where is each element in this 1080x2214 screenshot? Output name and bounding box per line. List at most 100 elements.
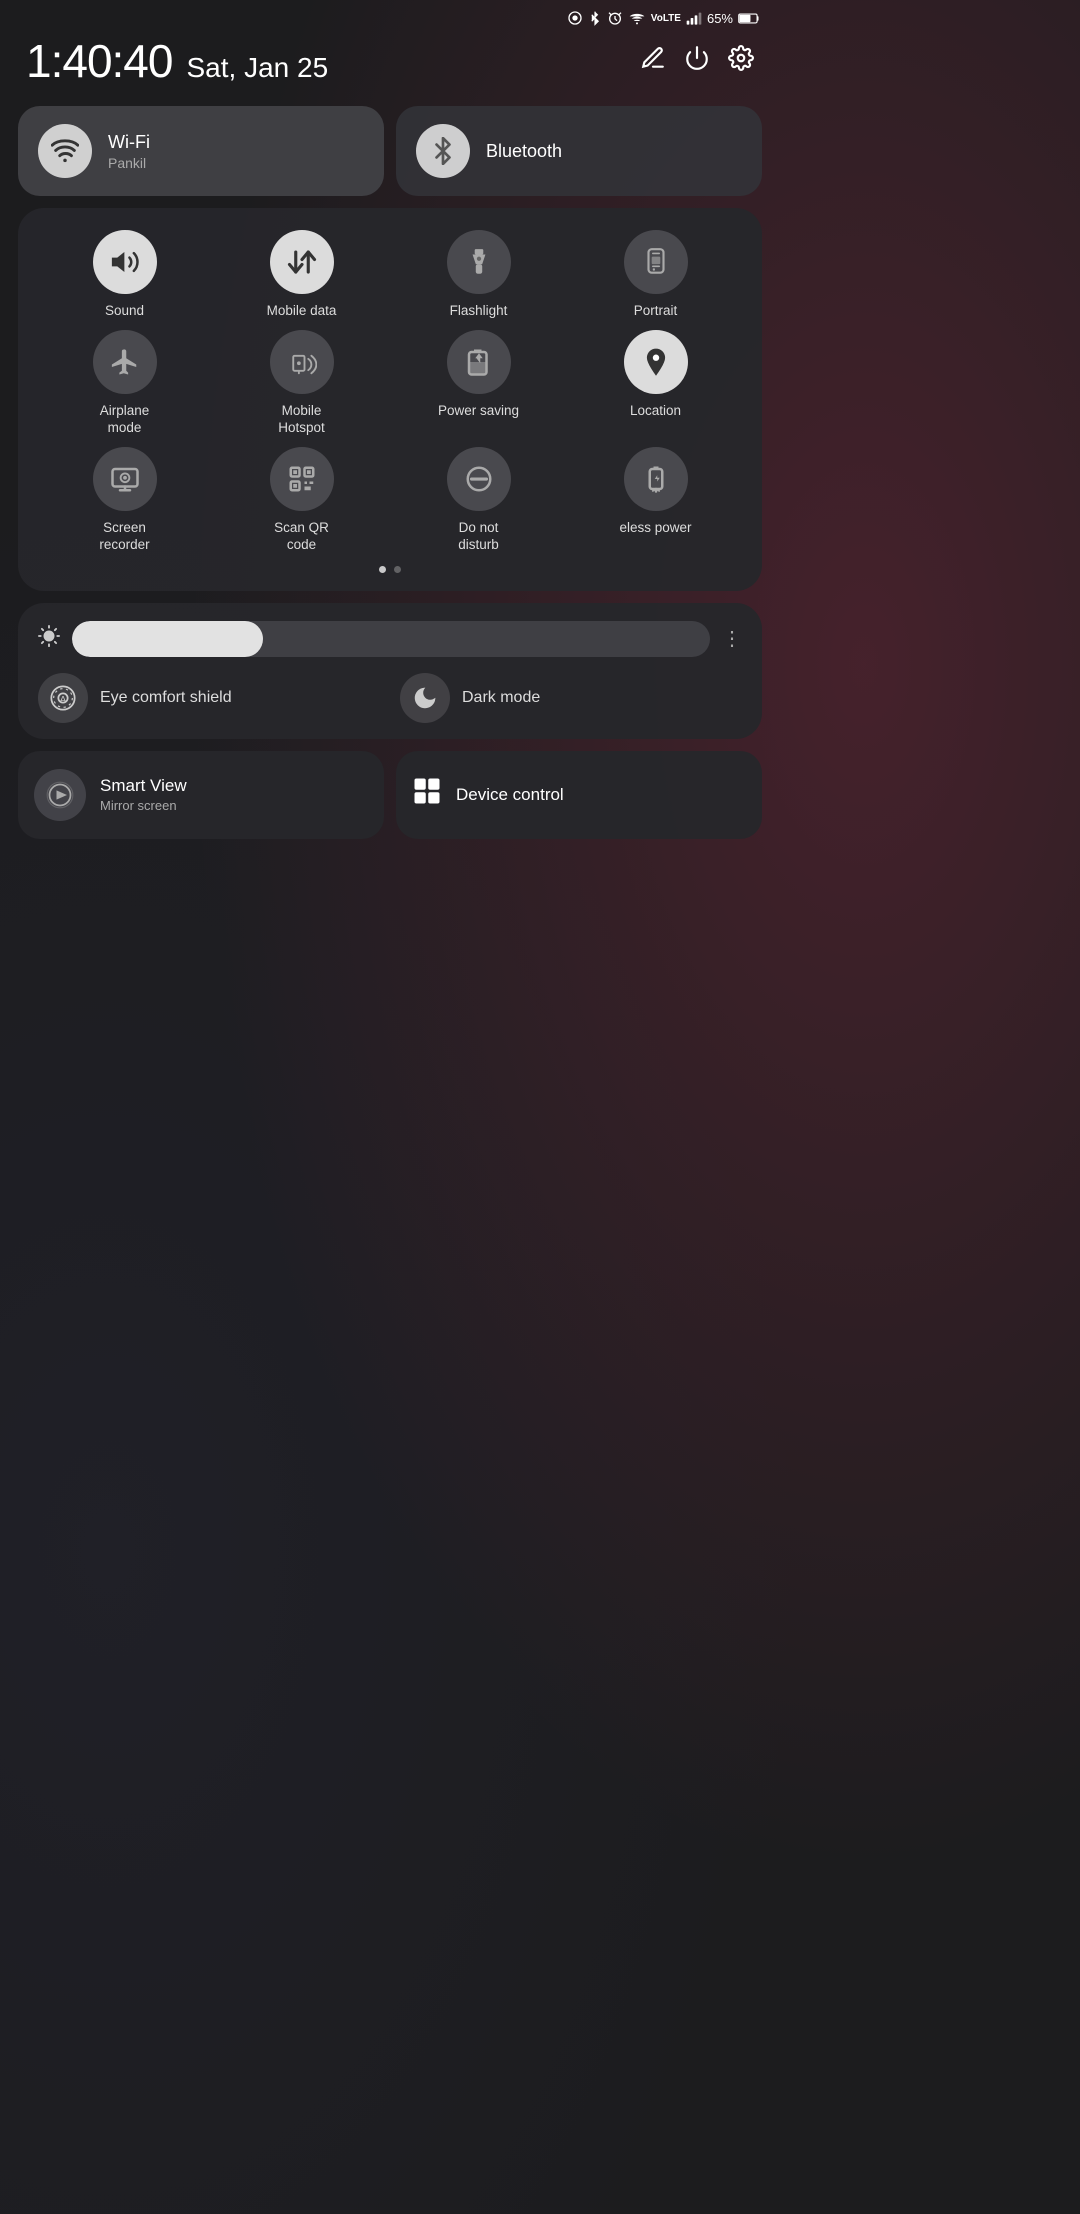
dnd-icon	[464, 464, 494, 494]
quick-panel: Sound Mobile data	[18, 208, 762, 591]
smart-view-tile[interactable]: Smart View Mirror screen	[18, 751, 384, 839]
sound-icon-circle	[93, 230, 157, 294]
eye-comfort-tile[interactable]: A Eye comfort shield	[38, 673, 380, 723]
smart-view-label: Smart View	[100, 776, 187, 796]
signal-icon	[686, 11, 702, 25]
dark-mode-tile[interactable]: Dark mode	[400, 673, 742, 723]
airplane-label: Airplane mode	[84, 402, 166, 437]
eye-comfort-label: Eye comfort shield	[100, 689, 232, 707]
clock-time: 1:40:40	[26, 34, 172, 88]
power-saving-icon	[464, 347, 494, 377]
settings-button[interactable]	[728, 45, 754, 78]
quick-settings-panel: VoLTE 65% 1:40:40 Sat, Jan 25	[0, 0, 780, 859]
alarm-icon	[607, 10, 623, 26]
mobile-data-icon	[287, 247, 317, 277]
battery-level: 65%	[707, 11, 733, 26]
mobile-data-label: Mobile data	[267, 302, 337, 320]
sound-icon	[110, 247, 140, 277]
airplane-icon	[110, 347, 140, 377]
page-dots	[36, 566, 744, 573]
smart-view-sublabel: Mirror screen	[100, 798, 187, 813]
scan-qr-label: Scan QR code	[261, 519, 343, 554]
mobile-data-icon-circle	[270, 230, 334, 294]
bluetooth-icon-circle	[416, 124, 470, 178]
lte-icon: VoLTE	[651, 13, 681, 24]
device-control-tile[interactable]: Device control	[396, 751, 762, 839]
wireless-power-tile[interactable]: eless power	[615, 447, 697, 554]
screen-recorder-icon-circle	[93, 447, 157, 511]
flashlight-icon	[464, 247, 494, 277]
mobile-data-tile[interactable]: Mobile data	[261, 230, 343, 320]
status-icons: VoLTE 65%	[567, 10, 760, 26]
grid-row-2: Airplane mode Mobile Hotspot	[36, 330, 744, 437]
battery-icon	[738, 12, 760, 25]
airplane-tile[interactable]: Airplane mode	[84, 330, 166, 437]
wifi-tile[interactable]: Wi-Fi Pankil	[18, 106, 384, 196]
bottom-tiles-row: Smart View Mirror screen Device control	[0, 751, 780, 859]
edit-button[interactable]	[640, 45, 666, 78]
dot-2	[394, 566, 401, 573]
bluetooth-tile[interactable]: Bluetooth	[396, 106, 762, 196]
wifi-icon	[51, 137, 79, 165]
brightness-row: ⋮	[38, 621, 742, 657]
dnd-icon-circle	[447, 447, 511, 511]
wireless-power-icon-circle	[624, 447, 688, 511]
screen-recorder-label: Screen recorder	[84, 519, 166, 554]
hotspot-tile[interactable]: Mobile Hotspot	[261, 330, 343, 437]
location-tile[interactable]: Location	[615, 330, 697, 437]
location-icon	[641, 347, 671, 377]
eye-comfort-icon: A	[49, 684, 77, 712]
wifi-icon-circle	[38, 124, 92, 178]
sound-label: Sound	[105, 302, 144, 320]
bluetooth-text: Bluetooth	[486, 141, 562, 162]
smart-view-text: Smart View Mirror screen	[100, 776, 187, 813]
screen-recorder-tile[interactable]: Screen recorder	[84, 447, 166, 554]
dot-1	[379, 566, 386, 573]
flashlight-tile[interactable]: Flashlight	[438, 230, 520, 320]
device-control-grid-icon	[412, 776, 442, 806]
hotspot-icon	[287, 347, 317, 377]
current-date: Sat, Jan 25	[186, 52, 328, 84]
dnd-tile[interactable]: Do not disturb	[438, 447, 520, 554]
sun-icon	[38, 625, 60, 652]
dark-mode-label: Dark mode	[462, 689, 540, 707]
wireless-power-icon	[641, 464, 671, 494]
brightness-slider[interactable]	[72, 621, 710, 657]
status-wifi-icon	[628, 10, 646, 26]
device-control-content: Device control	[412, 776, 564, 813]
device-control-label: Device control	[456, 785, 564, 805]
scan-qr-icon-circle	[270, 447, 334, 511]
scan-qr-tile[interactable]: Scan QR code	[261, 447, 343, 554]
smart-view-icon	[46, 781, 74, 809]
bluetooth-label: Bluetooth	[486, 141, 562, 162]
power-saving-label: Power saving	[438, 402, 519, 420]
brightness-more-button[interactable]: ⋮	[722, 626, 742, 651]
bluetooth-icon	[429, 137, 457, 165]
time-date: 1:40:40 Sat, Jan 25	[26, 34, 328, 88]
device-control-icon	[412, 776, 442, 813]
power-button[interactable]	[684, 45, 710, 78]
portrait-tile[interactable]: Portrait	[615, 230, 697, 320]
wifi-network-name: Pankil	[108, 155, 150, 171]
hotspot-icon-circle	[270, 330, 334, 394]
flashlight-icon-circle	[447, 230, 511, 294]
wireless-power-label: eless power	[619, 519, 691, 537]
grid-row-1: Sound Mobile data	[36, 230, 744, 320]
brightness-panel: ⋮ A Eye comfort shield	[18, 603, 762, 739]
airplane-icon-circle	[93, 330, 157, 394]
portrait-icon-circle	[624, 230, 688, 294]
portrait-icon	[641, 247, 671, 277]
dark-mode-icon	[412, 685, 438, 711]
eye-comfort-icon-circle: A	[38, 673, 88, 723]
comfort-items-row: A Eye comfort shield Dark mode	[38, 673, 742, 723]
sound-tile[interactable]: Sound	[84, 230, 166, 320]
status-bluetooth-icon	[588, 10, 602, 26]
grid-row-3: Screen recorder Scan QR code	[36, 447, 744, 554]
screen-recorder-icon	[110, 464, 140, 494]
hotspot-label: Mobile Hotspot	[261, 402, 343, 437]
flashlight-label: Flashlight	[450, 302, 508, 320]
power-saving-tile[interactable]: Power saving	[438, 330, 520, 437]
portrait-label: Portrait	[634, 302, 678, 320]
smart-view-icon-circle	[34, 769, 86, 821]
svg-text:A: A	[60, 694, 67, 704]
